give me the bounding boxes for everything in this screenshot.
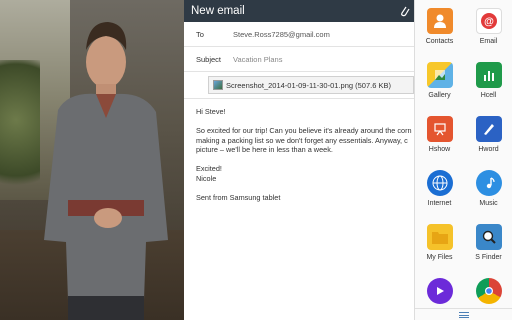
app-contacts[interactable]: Contacts xyxy=(415,8,464,62)
attachment-row: Screenshot_2014-01-09-11-30-01.png (507.… xyxy=(184,72,414,99)
app-myfiles[interactable]: My Files xyxy=(415,224,464,278)
subject-field-row[interactable]: Subject Vacation Plans xyxy=(184,47,414,72)
app-label: Hcell xyxy=(480,92,497,99)
contacts-icon xyxy=(426,8,453,34)
body-greeting: Hi Steve! xyxy=(196,107,226,116)
video-presenter xyxy=(0,0,184,320)
paperclip-icon[interactable] xyxy=(398,4,410,18)
to-field-row[interactable]: To Steve.Ross7285@gmail.com xyxy=(184,22,414,47)
attachment-name: Screenshot_2014-01-09-11-30-01.png (507.… xyxy=(226,80,391,90)
internet-icon xyxy=(426,170,453,196)
compose-title: New email xyxy=(191,5,245,17)
app-sfinder[interactable]: S Finder xyxy=(464,224,512,278)
app-hcell[interactable]: Hcell xyxy=(464,62,512,116)
app-internet[interactable]: Internet xyxy=(415,170,464,224)
body-line: picture – we'll be here in less than a w… xyxy=(196,145,333,154)
music-icon xyxy=(475,170,502,196)
video-icon xyxy=(426,278,453,304)
email-compose-panel: New email To Steve.Ross7285@gmail.com Su… xyxy=(184,0,414,320)
app-hword[interactable]: Hword xyxy=(464,116,512,170)
hcell-icon xyxy=(475,62,502,88)
body-signature: Sent from Samsung tablet xyxy=(196,192,281,202)
app-label: Gallery xyxy=(428,92,451,99)
subject-label: Subject xyxy=(196,54,222,64)
sfinder-icon xyxy=(475,224,502,250)
app-label: Hshow xyxy=(428,146,451,153)
app-label: Email xyxy=(479,38,498,45)
image-thumbnail-icon xyxy=(213,80,223,90)
presenter-person xyxy=(44,22,168,320)
to-label: To xyxy=(196,29,204,39)
chrome-icon xyxy=(475,278,502,304)
body-closing: Excited! xyxy=(196,164,222,173)
menu-icon xyxy=(459,311,469,318)
app-label: My Files xyxy=(426,254,453,261)
app-email[interactable]: @ Email xyxy=(464,8,512,62)
app-music[interactable]: Music xyxy=(464,170,512,224)
attachment-chip[interactable]: Screenshot_2014-01-09-11-30-01.png (507.… xyxy=(208,76,414,94)
app-label: Hword xyxy=(478,146,499,153)
email-icon: @ xyxy=(475,8,502,34)
body-line: So excited for our trip! Can you believe… xyxy=(196,126,412,135)
app-gallery[interactable]: Gallery xyxy=(415,62,464,116)
app-label: Contacts xyxy=(425,38,454,45)
email-body[interactable]: Hi Steve! So excited for our trip! Can y… xyxy=(184,99,414,210)
hshow-icon xyxy=(426,116,453,142)
hword-icon xyxy=(475,116,502,142)
app-tray: Contacts @ Email Gallery Hcell Hshow Hwo… xyxy=(414,0,512,320)
myfiles-icon xyxy=(426,224,453,250)
app-label: S Finder xyxy=(475,254,502,261)
body-line: making a packing list so we don't forget… xyxy=(196,135,408,145)
subject-field[interactable]: Vacation Plans xyxy=(233,55,282,64)
compose-header: New email xyxy=(184,0,414,22)
app-label: Internet xyxy=(427,200,452,207)
app-tray-handle[interactable] xyxy=(415,308,512,320)
svg-text:@: @ xyxy=(484,17,494,28)
body-closing: Nicole xyxy=(196,173,217,183)
gallery-icon xyxy=(426,62,453,88)
app-hshow[interactable]: Hshow xyxy=(415,116,464,170)
to-field[interactable]: Steve.Ross7285@gmail.com xyxy=(233,30,330,39)
app-label: Music xyxy=(479,200,498,207)
